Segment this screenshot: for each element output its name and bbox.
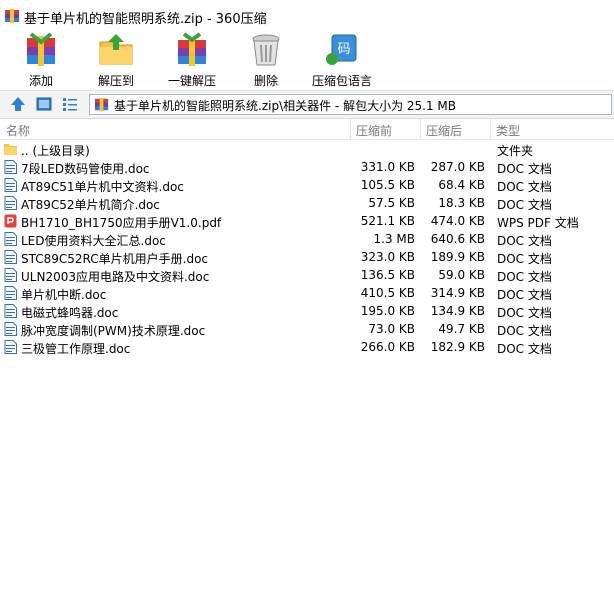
doc-icon bbox=[4, 160, 17, 174]
trash-can-icon bbox=[252, 34, 280, 66]
add-button[interactable]: 添加 bbox=[18, 32, 64, 90]
one-click-extract-button[interactable]: 一键解压 bbox=[165, 32, 219, 90]
list-item[interactable]: 电磁式蜂鸣器.doc 195.0 KB 134.9 KB DOC 文档 bbox=[0, 302, 614, 320]
list-item[interactable]: AT89C51单片机中文资料.doc 105.5 KB 68.4 KB DOC … bbox=[0, 176, 614, 194]
encoding-code-icon: 码 bbox=[326, 34, 357, 65]
add-archive-icon bbox=[27, 32, 55, 66]
doc-icon bbox=[4, 178, 17, 192]
column-original[interactable]: 压缩后 bbox=[426, 122, 462, 139]
one-click-extract-icon bbox=[178, 32, 206, 66]
thumbnail-view-icon[interactable] bbox=[36, 96, 52, 112]
column-header: 名称 压缩前 压缩后 类型 bbox=[0, 119, 614, 140]
extract-to-button[interactable]: 解压到 bbox=[94, 32, 138, 90]
doc-icon bbox=[4, 322, 17, 336]
archive-language-button[interactable]: 码 压缩包语言 bbox=[310, 32, 374, 90]
pdf-icon bbox=[4, 214, 17, 228]
list-item[interactable]: ULN2003应用电路及中文资料.doc 136.5 KB 59.0 KB DO… bbox=[0, 266, 614, 284]
column-type[interactable]: 类型 bbox=[496, 122, 520, 139]
list-item[interactable]: LED使用资料大全汇总.doc 1.3 MB 640.6 KB DOC 文档 bbox=[0, 230, 614, 248]
address-bar: 基于单片机的智能照明系统.zip\相关器件 - 解包大小为 25.1 MB bbox=[0, 90, 614, 119]
column-name[interactable]: 名称 bbox=[6, 122, 30, 139]
list-item[interactable]: 脉冲宽度调制(PWM)技术原理.doc 73.0 KB 49.7 KB DOC … bbox=[0, 320, 614, 338]
zip-archive-icon bbox=[94, 97, 109, 112]
zip-archive-icon bbox=[5, 9, 19, 23]
extract-folder-icon bbox=[99, 34, 133, 65]
list-item[interactable]: BH1710_BH1750应用手册V1.0.pdf 521.1 KB 474.0… bbox=[0, 212, 614, 230]
list-item[interactable]: STC89C52RC单片机用户手册.doc 323.0 KB 189.9 KB … bbox=[0, 248, 614, 266]
column-divider[interactable] bbox=[420, 119, 421, 139]
list-item[interactable]: 三极管工作原理.doc 266.0 KB 182.9 KB DOC 文档 bbox=[0, 338, 614, 356]
doc-icon bbox=[4, 250, 17, 264]
file-list: .. (上级目录) 文件夹 7段LED数码管使用.doc 331.0 KB 28… bbox=[0, 140, 614, 356]
svg-text:码: 码 bbox=[337, 42, 350, 57]
toolbar: 添加 解压到 一键解压 删除 码 压缩包语言 bbox=[0, 32, 614, 90]
path-text: 基于单片机的智能照明系统.zip\相关器件 - 解包大小为 25.1 MB bbox=[114, 99, 457, 113]
up-arrow-icon[interactable] bbox=[10, 96, 26, 112]
list-item[interactable]: 单片机中断.doc 410.5 KB 314.9 KB DOC 文档 bbox=[0, 284, 614, 302]
doc-icon bbox=[4, 286, 17, 300]
column-divider[interactable] bbox=[490, 119, 491, 139]
doc-icon bbox=[4, 196, 17, 210]
doc-icon bbox=[4, 232, 17, 246]
column-divider[interactable] bbox=[350, 119, 351, 139]
doc-icon bbox=[4, 304, 17, 318]
window-title: 基于单片机的智能照明系统.zip - 360压缩 bbox=[24, 12, 267, 27]
delete-button[interactable]: 删除 bbox=[246, 32, 286, 90]
path-field[interactable]: 基于单片机的智能照明系统.zip\相关器件 - 解包大小为 25.1 MB bbox=[89, 94, 612, 115]
folder-icon bbox=[4, 144, 17, 155]
list-view-icon[interactable] bbox=[62, 96, 78, 112]
doc-icon bbox=[4, 340, 17, 354]
list-item[interactable]: 7段LED数码管使用.doc 331.0 KB 287.0 KB DOC 文档 bbox=[0, 158, 614, 176]
list-item-parent[interactable]: .. (上级目录) 文件夹 bbox=[0, 140, 614, 158]
column-compressed[interactable]: 压缩前 bbox=[356, 122, 392, 139]
title-bar: 基于单片机的智能照明系统.zip - 360压缩 bbox=[0, 0, 614, 33]
list-item[interactable]: AT89C52单片机简介.doc 57.5 KB 18.3 KB DOC 文档 bbox=[0, 194, 614, 212]
doc-icon bbox=[4, 268, 17, 282]
